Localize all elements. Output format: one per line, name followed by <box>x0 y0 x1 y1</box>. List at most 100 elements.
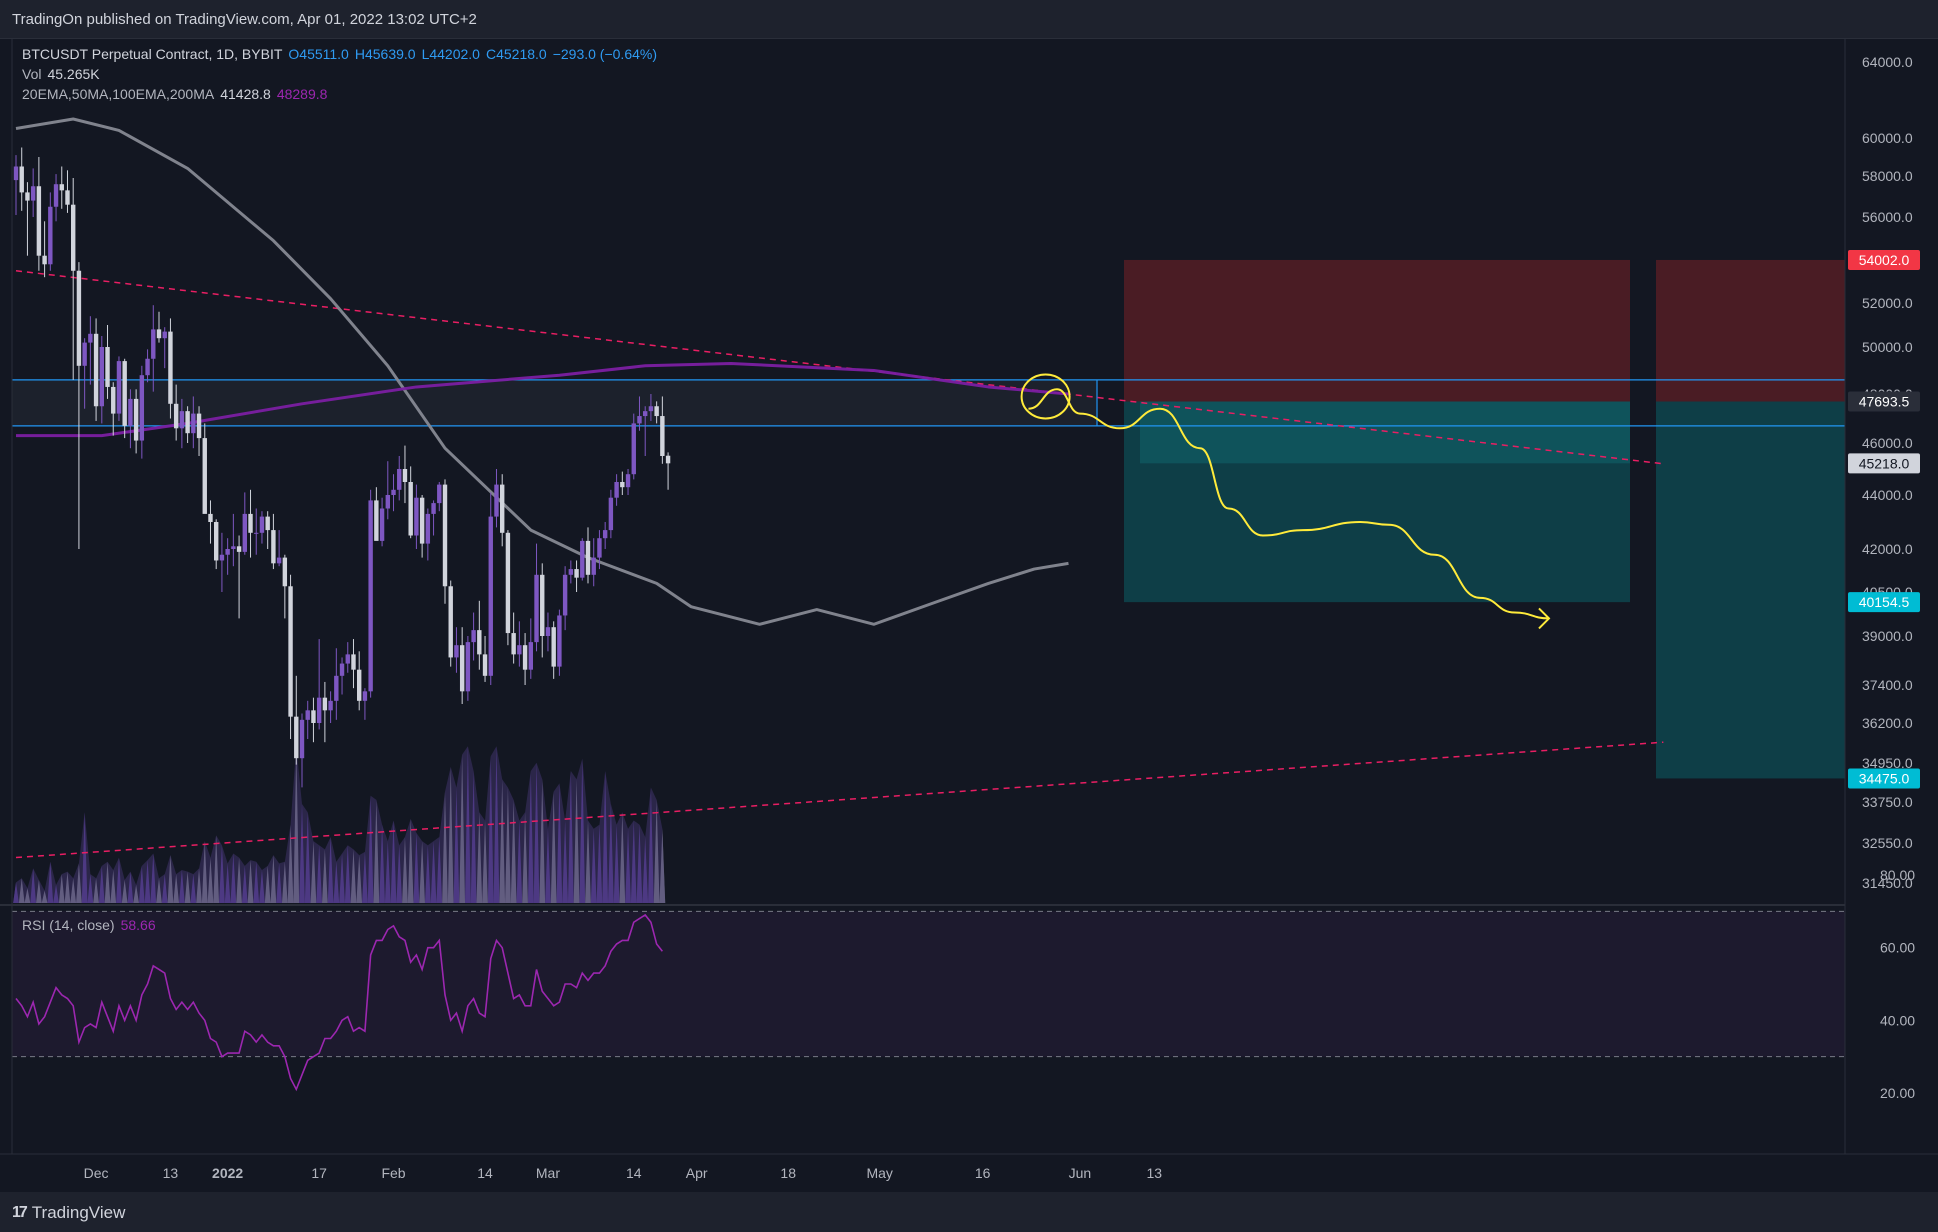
candle-body <box>156 329 162 339</box>
price-tick-label: 33750.0 <box>1862 794 1913 810</box>
candle-body <box>36 186 42 256</box>
candle-body <box>419 497 425 544</box>
time-tick-label: 13 <box>163 1165 179 1181</box>
candle-body <box>311 710 316 723</box>
candle-body <box>276 557 282 564</box>
candle-body <box>305 710 310 720</box>
candle-body <box>53 184 59 207</box>
candle-body <box>580 540 585 578</box>
time-tick-label: 13 <box>1146 1165 1162 1181</box>
candle-body <box>437 484 442 504</box>
price-tick-label: 56000.0 <box>1862 209 1913 225</box>
candle-body <box>316 697 322 723</box>
candle-body <box>574 569 579 578</box>
time-tick-label: 16 <box>975 1165 991 1181</box>
candle-body <box>288 586 293 717</box>
candle-body <box>294 716 299 759</box>
ma-line-50ma <box>15 117 1069 626</box>
rsi-tick-label: 20.00 <box>1880 1085 1915 1101</box>
ma-label[interactable]: 20EMA,50MA,100EMA,200MA <box>22 86 214 102</box>
high-value: H45639.0 <box>354 46 416 62</box>
candle-body <box>614 482 619 498</box>
candle-body <box>454 645 459 658</box>
candle-body <box>402 469 408 482</box>
take-profit-zone-2 <box>1656 401 1845 779</box>
candle-body <box>65 190 70 205</box>
time-tick-label: 2022 <box>212 1165 243 1181</box>
candle-body <box>105 347 110 387</box>
price-tick-label: 39000.0 <box>1862 628 1913 644</box>
candle-body <box>665 455 671 464</box>
volume-value: 45.265K <box>47 66 100 82</box>
candle-body <box>13 166 19 181</box>
candle-body <box>151 329 156 359</box>
candle-body <box>30 186 36 201</box>
candle-body <box>465 642 471 692</box>
candle-body <box>545 627 551 636</box>
candle-body <box>362 691 368 701</box>
candle-body <box>425 513 431 544</box>
candle-body <box>620 482 625 488</box>
candle-body <box>494 484 499 517</box>
candle-body <box>48 206 53 265</box>
candle-body <box>608 497 614 531</box>
price-tick-label: 32550.0 <box>1862 835 1913 851</box>
candle-body <box>517 645 522 655</box>
candle-body <box>511 633 516 655</box>
price-tick-label: 60000.0 <box>1862 130 1913 146</box>
candle-body <box>265 516 270 531</box>
candle-body <box>540 574 545 636</box>
candle-body <box>196 413 202 439</box>
price-label-text: 45218.0 <box>1859 455 1910 471</box>
candle-body <box>202 438 207 514</box>
candle-body <box>162 331 167 339</box>
candle-body <box>339 663 345 676</box>
candle-body <box>259 516 265 533</box>
candle-body <box>528 642 533 670</box>
low-value: L44202.0 <box>421 46 480 62</box>
ma-value-1: 41428.8 <box>220 86 271 102</box>
price-label-text: 54002.0 <box>1859 252 1910 268</box>
candle-body <box>271 530 276 564</box>
candle-body <box>431 503 436 514</box>
candle-body <box>408 482 413 536</box>
time-tick-label: May <box>866 1165 892 1181</box>
rsi-tick-label: 40.00 <box>1880 1012 1915 1028</box>
candle-body <box>59 184 64 191</box>
candle-body <box>242 513 247 552</box>
publisher-info: TradingOn published on TradingView.com, … <box>12 11 477 28</box>
candle-body <box>191 413 196 434</box>
time-tick-label: Dec <box>84 1165 109 1181</box>
time-tick-label: Feb <box>381 1165 405 1181</box>
chart-area[interactable]: 64000.0 60000.0 58000.0 56000.0 52000.0 50000… <box>0 38 1938 1192</box>
candle-body <box>379 508 385 541</box>
lower-trendline <box>15 741 1664 859</box>
price-tick-label: 42000.0 <box>1862 541 1913 557</box>
candle-body <box>551 627 556 667</box>
candle-body <box>471 630 476 643</box>
price-label-text: 34475.0 <box>1859 770 1910 786</box>
candle-body <box>248 513 253 533</box>
candle-body <box>374 500 379 541</box>
time-tick-label: 14 <box>626 1165 642 1181</box>
candle-body <box>391 489 396 495</box>
candle-body <box>385 495 390 509</box>
price-tick-label: 58000.0 <box>1862 168 1913 184</box>
candle-body <box>145 358 150 376</box>
candle-body <box>345 654 350 664</box>
time-tick-label: 18 <box>780 1165 796 1181</box>
open-value: O45511.0 <box>288 46 349 62</box>
candle-body <box>82 342 87 366</box>
candle-body <box>585 540 591 575</box>
symbol-label[interactable]: BTCUSDT Perpetual Contract, 1D, BYBIT <box>22 46 282 62</box>
candle-body <box>208 513 213 522</box>
tradingview-brand[interactable]: 17 TradingView <box>12 1203 125 1223</box>
candle-body <box>334 675 339 701</box>
volume-label[interactable]: Vol <box>22 66 41 82</box>
candle-body <box>236 546 242 552</box>
rsi-label[interactable]: RSI (14, close) <box>22 917 115 933</box>
candle-body <box>488 516 493 676</box>
rsi-legend: RSI (14, close) 58.66 <box>22 915 156 935</box>
candle-body <box>76 270 82 366</box>
rsi-tick-label: 60.00 <box>1880 940 1915 956</box>
